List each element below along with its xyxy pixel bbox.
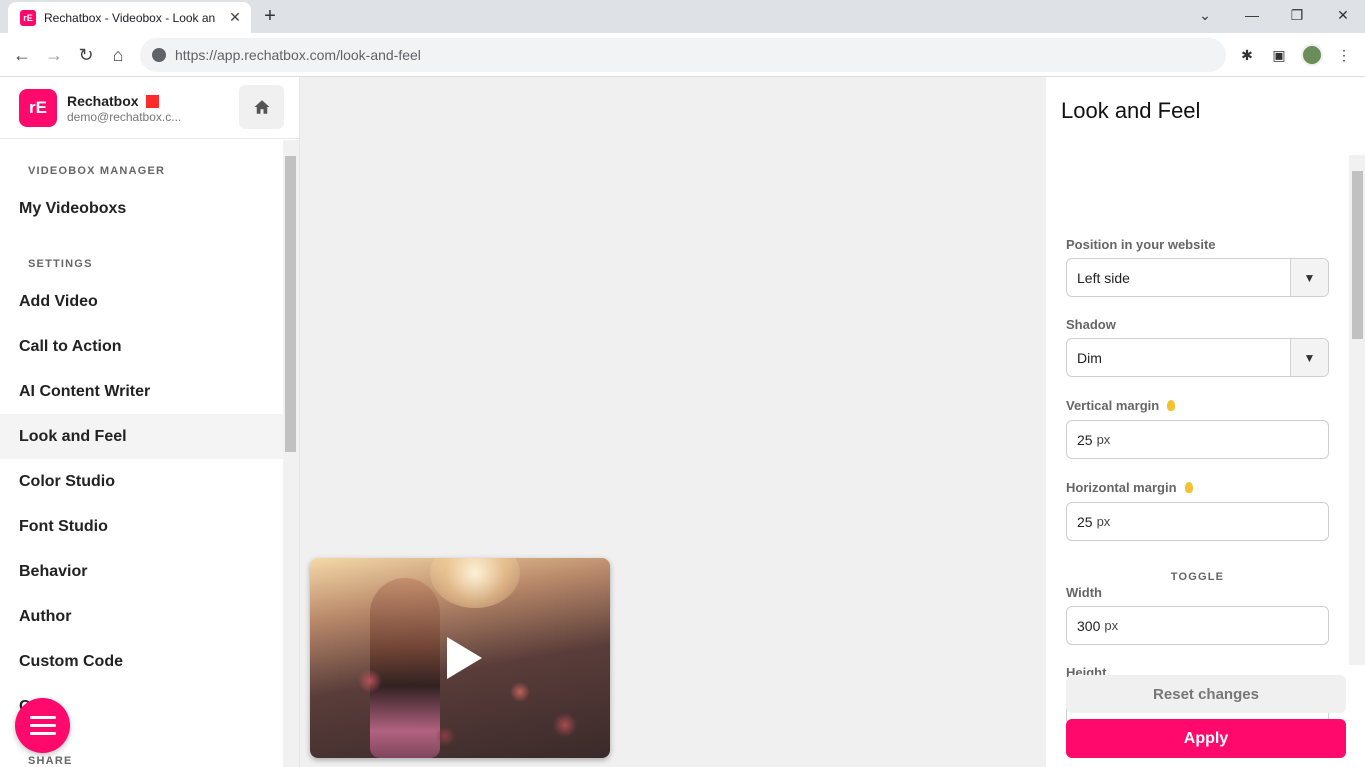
- sidebar-item-author[interactable]: Author: [0, 594, 283, 639]
- tab-close-icon[interactable]: ✕: [227, 9, 243, 26]
- position-select[interactable]: Left side ▼: [1066, 258, 1329, 297]
- shadow-select-value[interactable]: Dim: [1067, 350, 1290, 366]
- brand-badge-icon: [145, 94, 159, 108]
- sidebar-item-font-studio[interactable]: Font Studio: [0, 504, 283, 549]
- preview-area: [300, 77, 1046, 767]
- section-share: SHARE: [28, 755, 73, 767]
- menu-dots-icon[interactable]: ⋮: [1333, 44, 1355, 66]
- look-and-feel-panel: Look and Feel Position in your website L…: [1046, 77, 1365, 767]
- chevron-down-icon[interactable]: ▼: [1290, 259, 1328, 296]
- sidebar-item-add-video[interactable]: Add Video: [0, 279, 283, 324]
- vertical-margin-unit: px: [1096, 432, 1111, 447]
- brand-name-text: Rechatbox: [67, 93, 139, 109]
- position-label: Position in your website: [1066, 237, 1216, 252]
- width-value[interactable]: 300: [1077, 618, 1100, 634]
- horizontal-margin-label: Horizontal margin: [1066, 480, 1193, 495]
- sidebar-nav: VIDEOBOX MANAGER My Videoboxs SETTINGS A…: [0, 140, 283, 767]
- sidebar-header: rE Rechatbox demo@rechatbox.c...: [0, 77, 299, 139]
- horizontal-margin-label-text: Horizontal margin: [1066, 480, 1177, 495]
- shadow-select[interactable]: Dim ▼: [1066, 338, 1329, 377]
- width-unit: px: [1104, 618, 1119, 633]
- shadow-label: Shadow: [1066, 317, 1116, 332]
- sidebar-item-call-to-action[interactable]: Call to Action: [0, 324, 283, 369]
- section-videobox-manager: VIDEOBOX MANAGER: [28, 165, 166, 177]
- minimize-icon[interactable]: —: [1240, 4, 1264, 26]
- browser-tab-bar: rE Rechatbox - Videobox - Look an ✕ + ⌄ …: [0, 0, 1365, 33]
- hamburger-icon: [29, 716, 56, 719]
- vertical-margin-value[interactable]: 25: [1077, 432, 1093, 448]
- sidebar-scrollbar[interactable]: [283, 140, 299, 767]
- hamburger-icon-line: [29, 724, 56, 727]
- sidebar: rE Rechatbox demo@rechatbox.c... VIDEOBO…: [0, 77, 300, 767]
- brand-name: Rechatbox: [67, 93, 159, 109]
- toggle-section-heading: TOGGLE: [1170, 571, 1225, 583]
- close-window-icon[interactable]: ✕: [1331, 4, 1355, 26]
- vertical-margin-label: Vertical margin: [1066, 398, 1176, 413]
- url-text[interactable]: https://app.rechatbox.com/look-and-feel: [175, 47, 421, 63]
- browser-toolbar: ← → ↻ ⌂ https://app.rechatbox.com/look-a…: [0, 33, 1365, 77]
- forward-icon[interactable]: →: [42, 43, 66, 67]
- lightbulb-icon[interactable]: [1184, 482, 1193, 493]
- horizontal-margin-unit: px: [1096, 514, 1111, 529]
- videobox-preview[interactable]: [310, 558, 610, 758]
- site-info-icon[interactable]: [152, 48, 166, 62]
- horizontal-margin-value[interactable]: 25: [1077, 514, 1093, 530]
- menu-fab-button[interactable]: [15, 698, 70, 753]
- back-icon[interactable]: ←: [10, 43, 34, 67]
- sidebar-item-my-videoboxs[interactable]: My Videoboxs: [0, 186, 283, 231]
- horizontal-margin-input[interactable]: 25 px: [1066, 502, 1329, 541]
- tab-favicon-icon: rE: [20, 9, 36, 26]
- home-icon[interactable]: ⌂: [106, 43, 130, 67]
- panel-title: Look and Feel: [1061, 98, 1201, 123]
- lightbulb-icon[interactable]: [1167, 400, 1176, 411]
- sidebar-item-color-studio[interactable]: Color Studio: [0, 459, 283, 504]
- sidebar-item-look-and-feel[interactable]: Look and Feel: [0, 414, 283, 459]
- house-icon: [254, 100, 269, 114]
- sidebar-item-behavior[interactable]: Behavior: [0, 549, 283, 594]
- tab-title: Rechatbox - Videobox - Look an: [44, 10, 216, 25]
- vertical-margin-label-text: Vertical margin: [1066, 398, 1160, 413]
- rechatbox-logo-icon: rE: [19, 89, 57, 127]
- new-tab-button[interactable]: +: [260, 5, 280, 27]
- restore-icon[interactable]: ❐: [1285, 4, 1309, 26]
- position-select-value[interactable]: Left side: [1067, 270, 1290, 286]
- brand-email: demo@rechatbox.c...: [67, 110, 182, 124]
- browser-tab[interactable]: rE Rechatbox - Videobox - Look an ✕: [8, 2, 251, 33]
- panel-scrollbar[interactable]: [1349, 155, 1365, 665]
- reload-icon[interactable]: ↻: [74, 43, 98, 67]
- width-label: Width: [1066, 585, 1102, 600]
- sidebar-scrollbar-thumb[interactable]: [285, 156, 296, 452]
- width-input[interactable]: 300 px: [1066, 606, 1329, 645]
- tab-search-icon[interactable]: ⌄: [1193, 4, 1217, 26]
- section-settings: SETTINGS: [28, 258, 93, 270]
- home-button[interactable]: [239, 85, 284, 129]
- profile-avatar[interactable]: [1301, 44, 1323, 66]
- side-panel-icon[interactable]: ▣: [1268, 44, 1290, 66]
- chevron-down-icon[interactable]: ▼: [1290, 339, 1328, 376]
- hamburger-icon-line: [29, 732, 56, 735]
- address-bar[interactable]: https://app.rechatbox.com/look-and-feel: [140, 38, 1226, 72]
- sidebar-item-custom-code[interactable]: Custom Code: [0, 639, 283, 684]
- sidebar-item-ai-content-writer[interactable]: AI Content Writer: [0, 369, 283, 414]
- video-thumbnail-glow: [430, 558, 520, 608]
- vertical-margin-input[interactable]: 25 px: [1066, 420, 1329, 459]
- reset-changes-button[interactable]: Reset changes: [1066, 675, 1346, 713]
- panel-form: Position in your website Left side ▼ Sha…: [1046, 155, 1349, 740]
- panel-scrollbar-thumb[interactable]: [1352, 171, 1363, 339]
- apply-button[interactable]: Apply: [1066, 719, 1346, 758]
- play-icon[interactable]: [447, 637, 482, 679]
- extensions-icon[interactable]: ✱: [1236, 44, 1258, 66]
